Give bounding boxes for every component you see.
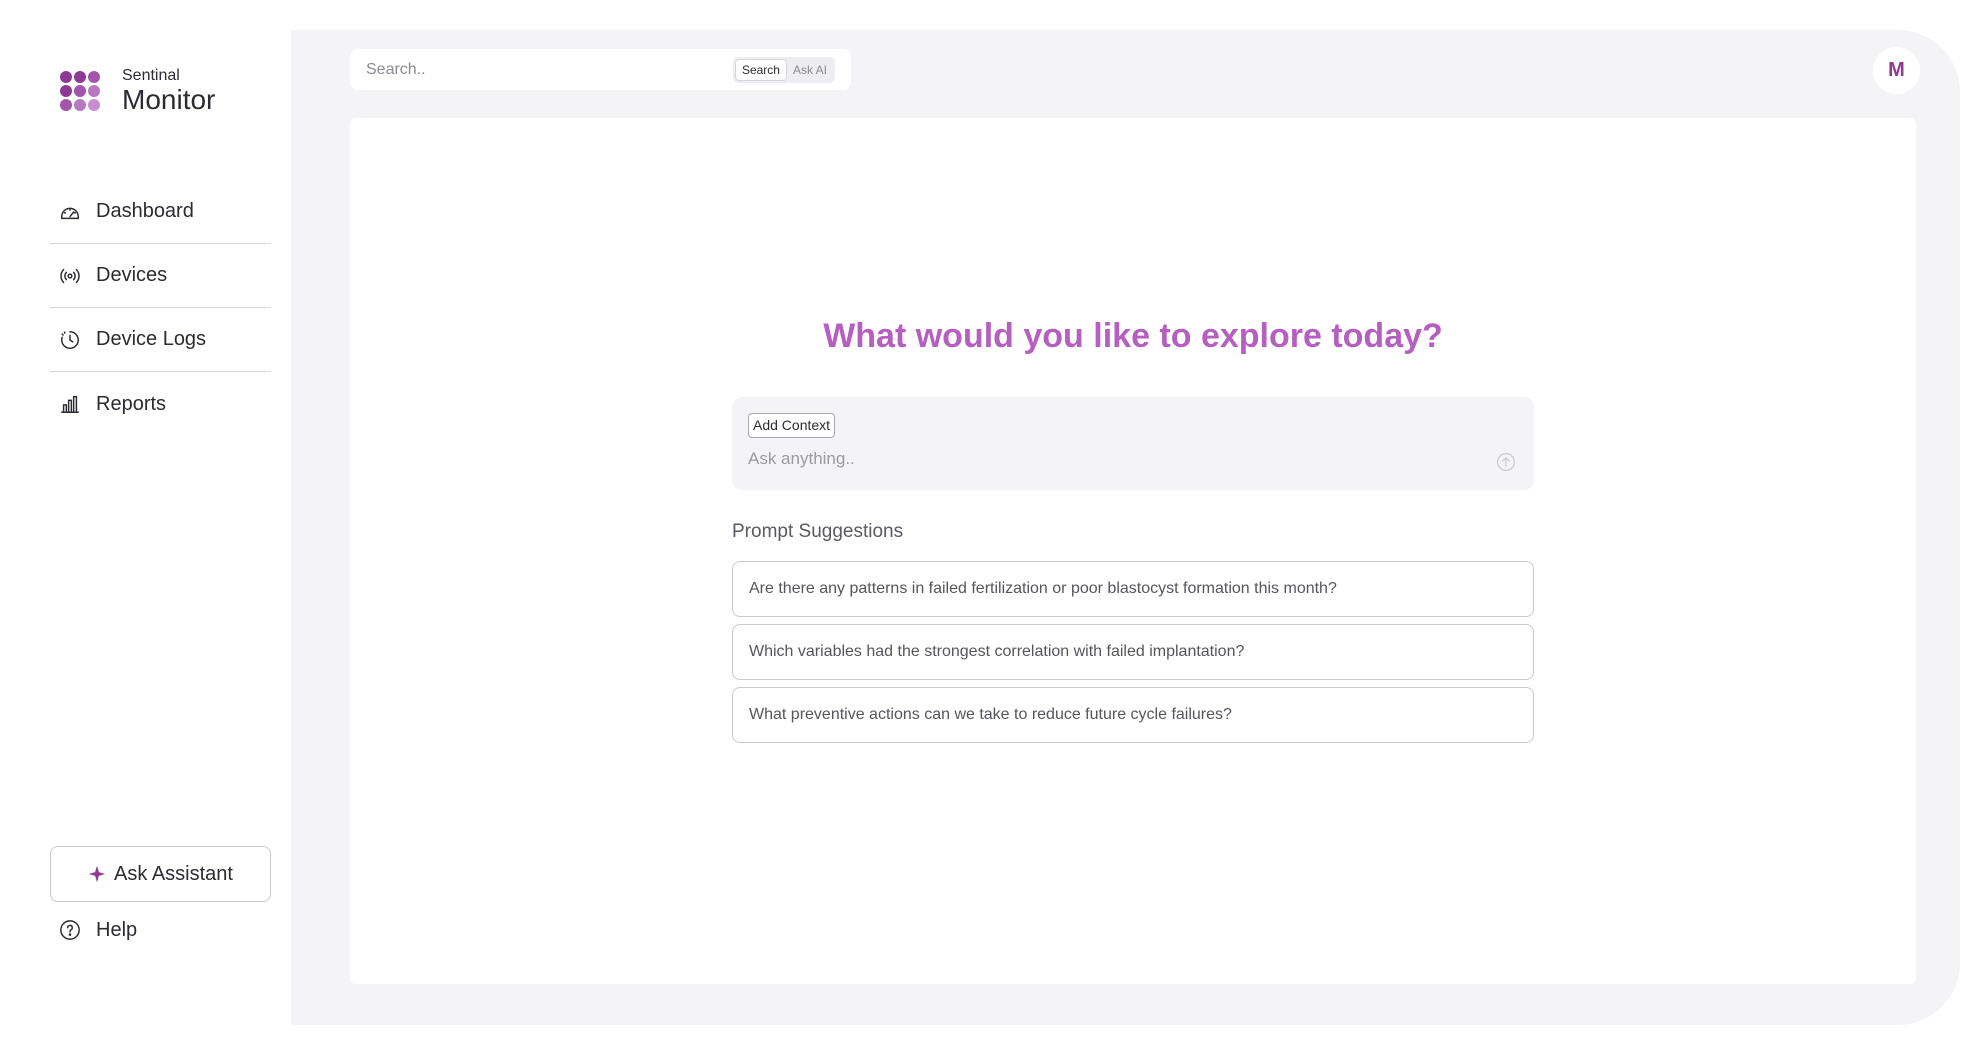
sidebar-item-label: Dashboard — [96, 200, 194, 222]
question-circle-icon — [58, 918, 82, 942]
broadcast-icon — [58, 264, 82, 288]
avatar[interactable]: M — [1873, 47, 1920, 94]
help-label: Help — [96, 918, 138, 941]
sidebar-item-reports[interactable]: Reports — [50, 372, 271, 436]
ask-assistant-button[interactable]: Ask Assistant — [50, 846, 271, 902]
search-bar: Search Ask AI — [350, 49, 851, 90]
suggestion-item[interactable]: Which variables had the strongest correl… — [732, 624, 1534, 680]
suggestions-title: Prompt Suggestions — [732, 521, 904, 542]
app-window: Sentinal Monitor Dashboard Devices Devic… — [30, 30, 1960, 1025]
arrow-up-circle-icon[interactable] — [1496, 452, 1516, 472]
sidebar-item-device-logs[interactable]: Device Logs — [50, 308, 271, 372]
suggestion-item[interactable]: What preventive actions can we take to r… — [732, 687, 1534, 743]
sidebar-item-dashboard[interactable]: Dashboard — [50, 180, 271, 244]
dot-grid-logo-icon — [60, 71, 100, 111]
search-input[interactable] — [366, 60, 726, 79]
gauge-icon — [58, 200, 82, 224]
ask-assistant-label: Ask Assistant — [114, 862, 233, 885]
brand-text: Sentinal Monitor — [122, 67, 215, 115]
brand[interactable]: Sentinal Monitor — [59, 67, 215, 115]
brand-subtitle: Sentinal — [122, 67, 180, 84]
ask-input[interactable] — [748, 449, 1468, 469]
sparkle-icon — [88, 865, 106, 883]
page-title: What would you like to explore today? — [823, 317, 1443, 355]
search-mode-button[interactable]: Search — [734, 59, 787, 81]
sidebar-item-label: Reports — [96, 392, 167, 415]
add-context-button[interactable]: Add Context — [748, 413, 836, 438]
help-link[interactable]: Help — [58, 918, 137, 942]
ask-box: Add Context — [732, 397, 1534, 490]
sidebar-item-label: Devices — [96, 264, 168, 286]
sidebar: Sentinal Monitor Dashboard Devices Devic… — [30, 30, 291, 1025]
bar-chart-icon — [58, 392, 82, 416]
sidebar-item-devices[interactable]: Devices — [50, 244, 271, 308]
sidebar-nav: Dashboard Devices Device Logs Reports — [50, 180, 271, 436]
search-mode-toggle: Search Ask AI — [732, 57, 835, 83]
history-icon — [58, 328, 82, 352]
suggestion-item[interactable]: Are there any patterns in failed fertili… — [732, 561, 1534, 617]
sidebar-item-label: Device Logs — [96, 328, 207, 350]
ask-ai-mode-button[interactable]: Ask AI — [787, 59, 833, 81]
explore-card: What would you like to explore today? Ad… — [350, 118, 1916, 984]
main-area: Search Ask AI M What would you like to e… — [291, 30, 1960, 1025]
brand-title: Monitor — [122, 84, 216, 115]
